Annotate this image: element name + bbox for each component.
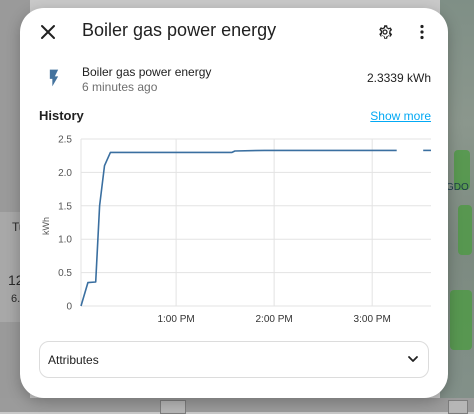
chart-x-tick-label: 3:00 PM: [354, 314, 391, 325]
entity-state-value: 2.3339 kWh: [366, 71, 431, 85]
chart-y-ticks: 0 0.5 1.0 1.5 2.0 2.5: [58, 135, 72, 313]
background-text: 6.: [11, 293, 21, 305]
more-vertical-icon: [420, 24, 424, 40]
settings-button[interactable]: [369, 16, 401, 48]
entity-last-changed: 6 minutes ago: [82, 80, 158, 94]
dialog-header: Boiler gas power energy: [20, 8, 448, 56]
history-chart: 0 0.5 1.0 1.5 2.0 2.5 1:00 PM 2:00 PM 3:00 PM k…: [41, 135, 431, 325]
chart-x-tick-label: 1:00 PM: [157, 314, 194, 325]
chart-gridlines: [80, 138, 431, 307]
chart-x-tick-label: 2:00 PM: [256, 314, 293, 325]
more-info-dialog: Boiler gas power energy Boiler gas power…: [20, 8, 448, 398]
dialog-title: Boiler gas power energy: [82, 20, 277, 40]
gear-icon: [379, 25, 393, 39]
more-options-button[interactable]: [406, 16, 438, 48]
history-heading: History: [39, 108, 84, 123]
chart-y-axis-label: kWh: [41, 217, 51, 235]
attributes-label: Attributes: [48, 353, 99, 367]
chevron-down-icon: [408, 356, 418, 362]
chart-y-tick-label: 1.5: [58, 201, 72, 212]
background-bottom: [0, 398, 474, 414]
chart-y-tick-label: 0.5: [58, 268, 72, 279]
entity-name: Boiler gas power energy: [82, 65, 212, 79]
chart-y-tick-label: 2.0: [58, 168, 72, 179]
flash-icon: [44, 68, 64, 88]
chart-series: [80, 149, 431, 307]
map-weather-blob: [458, 205, 472, 255]
close-button[interactable]: [32, 16, 64, 48]
chart-y-tick-label: 1.0: [58, 235, 72, 246]
attributes-expander[interactable]: Attributes: [39, 341, 429, 378]
show-more-link[interactable]: Show more: [370, 109, 431, 123]
map-weather-blob: [450, 290, 472, 350]
map-label: GDO: [446, 182, 469, 193]
chart-y-tick-label: 2.5: [58, 135, 72, 146]
entity-row: Boiler gas power energy 6 minutes ago 2.…: [20, 60, 448, 100]
chart-y-tick-label: 0: [66, 302, 72, 313]
chart-x-ticks: 1:00 PM 2:00 PM 3:00 PM: [157, 314, 390, 325]
close-icon: [41, 25, 55, 39]
chart-series-line: [80, 149, 397, 307]
